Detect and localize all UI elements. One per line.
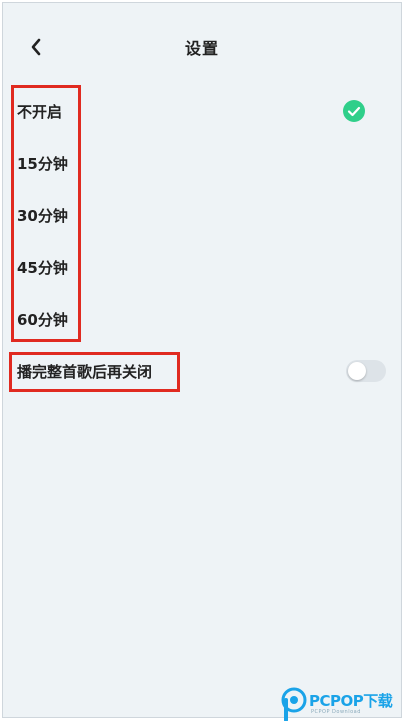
- selected-check-icon: [343, 100, 365, 122]
- options-highlight-box: [11, 85, 81, 342]
- settings-screen: 设置 不开启 15分钟 30分钟 45分钟 60分钟 播完整首歌后再关闭 PCP…: [2, 2, 402, 721]
- page-title: 设置: [184, 39, 219, 58]
- watermark: PCPOP下载 PCPOP Download: [281, 687, 401, 721]
- finish-song-highlight-box: [9, 352, 180, 392]
- finish-song-toggle[interactable]: [346, 360, 386, 382]
- pcpop-logo-icon: [281, 687, 307, 721]
- watermark-subtext: PCPOP Download: [311, 709, 361, 715]
- toggle-knob: [348, 362, 366, 380]
- watermark-text: PCPOP下载: [309, 692, 393, 710]
